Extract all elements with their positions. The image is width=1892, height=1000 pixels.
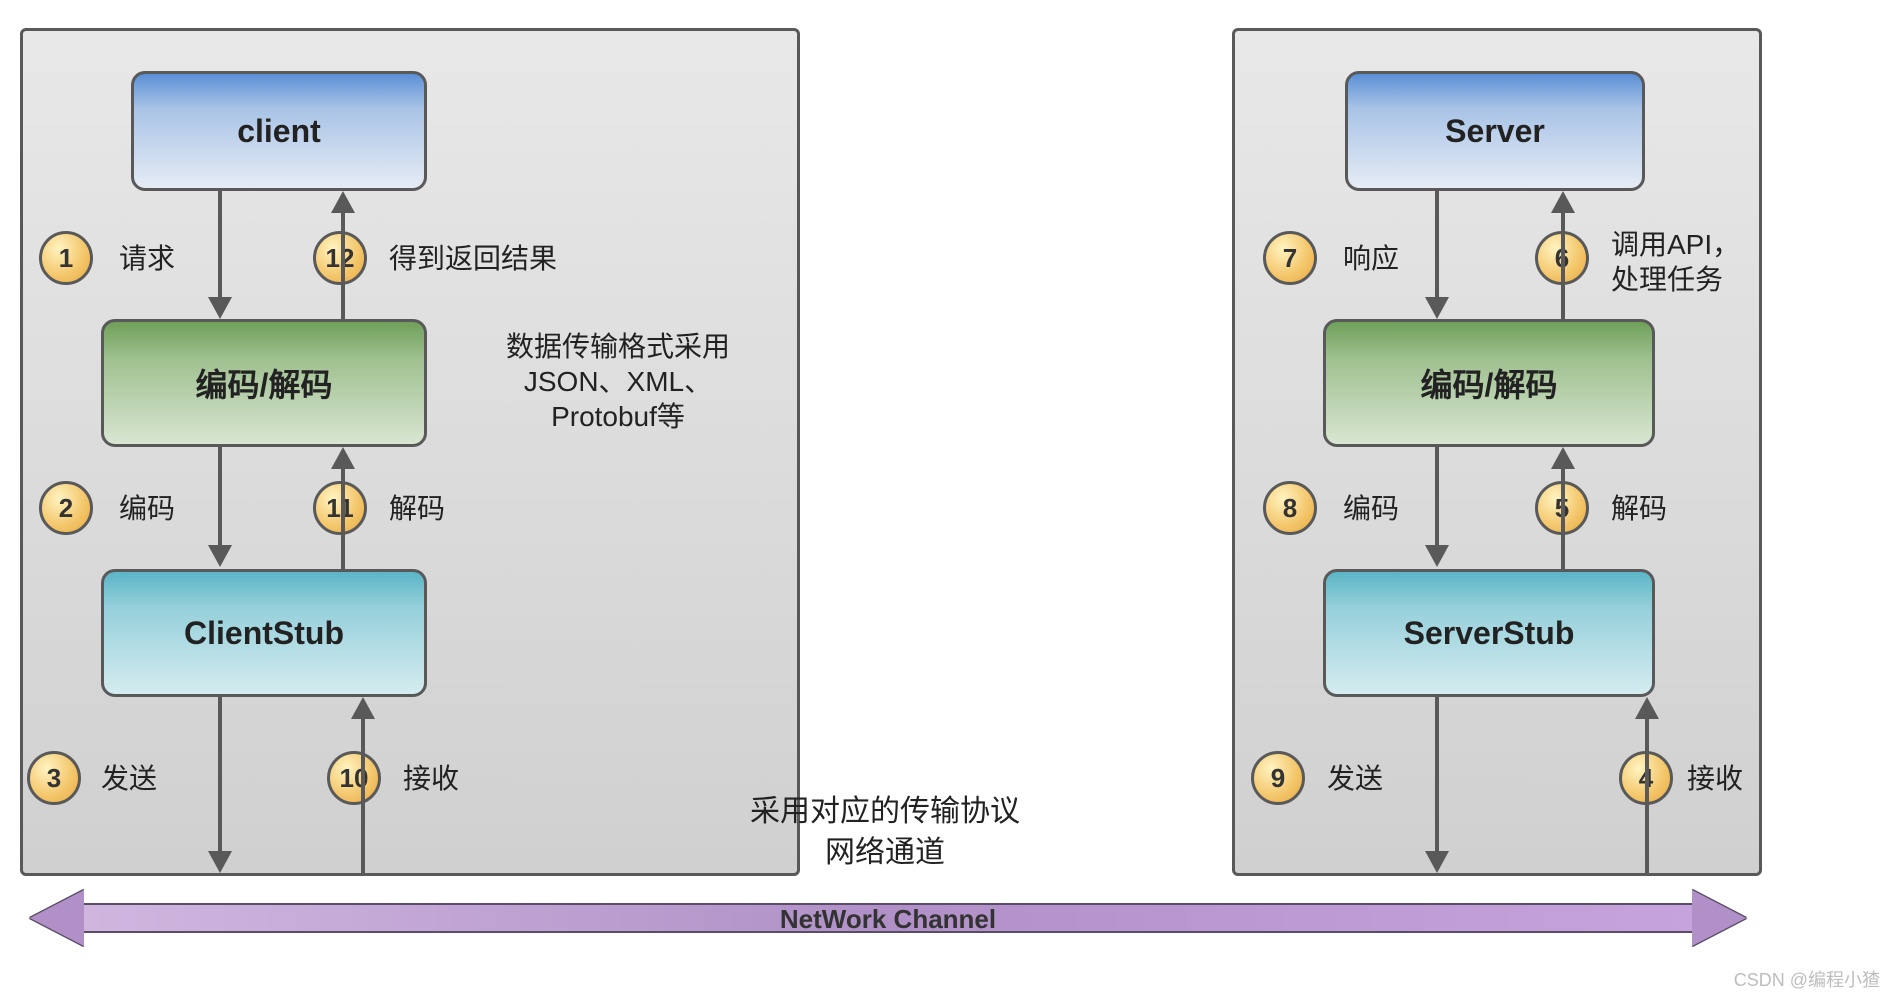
arrow-5 [1561, 469, 1565, 569]
step-1-label: 请求 [119, 241, 175, 276]
arrow-1-head [208, 297, 232, 319]
step-9-num: 9 [1271, 763, 1285, 794]
step-3-badge: 3 [27, 751, 81, 805]
client-node-label: client [237, 113, 321, 150]
arrow-12 [341, 213, 345, 319]
arrow-9 [1435, 697, 1439, 853]
step-6-label: 调用API， 处理任务 [1611, 227, 1740, 297]
step-12-num: 12 [326, 243, 355, 274]
step-7-badge: 7 [1263, 231, 1317, 285]
client-codec-label: 编码/解码 [196, 360, 333, 406]
server-node: Server [1345, 71, 1645, 191]
step-1-num: 1 [59, 243, 73, 274]
step-7-label: 响应 [1343, 241, 1399, 276]
arrow-8 [1435, 447, 1439, 547]
arrow-7-head [1425, 297, 1449, 319]
step-2-label: 编码 [119, 491, 175, 526]
server-codec-node: 编码/解码 [1323, 319, 1655, 447]
step-8-badge: 8 [1263, 481, 1317, 535]
arrow-10-head [351, 697, 375, 719]
channel-label: NetWork Channel [30, 904, 1746, 935]
arrow-3-head [208, 851, 232, 873]
step-8-num: 8 [1283, 493, 1297, 524]
step-11-num: 11 [326, 493, 354, 524]
arrow-11-head [331, 447, 355, 469]
server-stub-node: ServerStub [1323, 569, 1655, 697]
server-codec-label: 编码/解码 [1421, 360, 1558, 406]
server-node-label: Server [1445, 113, 1545, 150]
step-3-num: 3 [47, 763, 61, 794]
step-5-label: 解码 [1611, 491, 1667, 526]
step-4-label: 接收 [1687, 761, 1743, 796]
center-protocol-text: 采用对应的传输协议 网络通道 [630, 792, 1140, 873]
step-2-badge: 2 [39, 481, 93, 535]
arrow-4 [1645, 719, 1649, 875]
arrow-1 [218, 191, 222, 299]
step-12-badge: 12 [313, 231, 367, 285]
watermark: CSDN @编程小猹 [1734, 966, 1880, 992]
server-stub-label: ServerStub [1404, 615, 1575, 652]
arrow-6 [1561, 213, 1565, 319]
client-panel: client 编码/解码 ClientStub 数据传输格式采用 JSON、XM… [20, 28, 800, 876]
step-2-num: 2 [59, 493, 73, 524]
codec-annotation: 数据传输格式采用 JSON、XML、 Protobuf等 [443, 329, 793, 434]
step-1-badge: 1 [39, 231, 93, 285]
network-channel: NetWork Channel [30, 890, 1746, 946]
arrow-2 [218, 447, 222, 547]
arrow-3 [218, 697, 222, 853]
server-panel: Server 编码/解码 ServerStub 7 响应 6 调用API， 处理… [1232, 28, 1762, 876]
arrow-6-head [1551, 191, 1575, 213]
arrow-2-head [208, 545, 232, 567]
arrow-11 [341, 469, 345, 569]
step-9-badge: 9 [1251, 751, 1305, 805]
arrow-9-head [1425, 851, 1449, 873]
arrow-5-head [1551, 447, 1575, 469]
step-10-badge: 10 [327, 751, 381, 805]
client-node: client [131, 71, 427, 191]
arrow-7 [1435, 191, 1439, 299]
step-9-label: 发送 [1327, 761, 1383, 796]
client-stub-node: ClientStub [101, 569, 427, 697]
client-stub-label: ClientStub [184, 615, 344, 652]
step-11-label: 解码 [389, 491, 445, 526]
step-12-label: 得到返回结果 [389, 241, 557, 276]
client-codec-node: 编码/解码 [101, 319, 427, 447]
step-7-num: 7 [1283, 243, 1297, 274]
arrow-4-head [1635, 697, 1659, 719]
step-3-label: 发送 [101, 761, 157, 796]
diagram-canvas: client 编码/解码 ClientStub 数据传输格式采用 JSON、XM… [0, 0, 1892, 1000]
step-11-badge: 11 [313, 481, 367, 535]
arrow-10 [361, 719, 365, 875]
arrow-8-head [1425, 545, 1449, 567]
arrow-12-head [331, 191, 355, 213]
step-8-label: 编码 [1343, 491, 1399, 526]
step-10-label: 接收 [403, 761, 459, 796]
